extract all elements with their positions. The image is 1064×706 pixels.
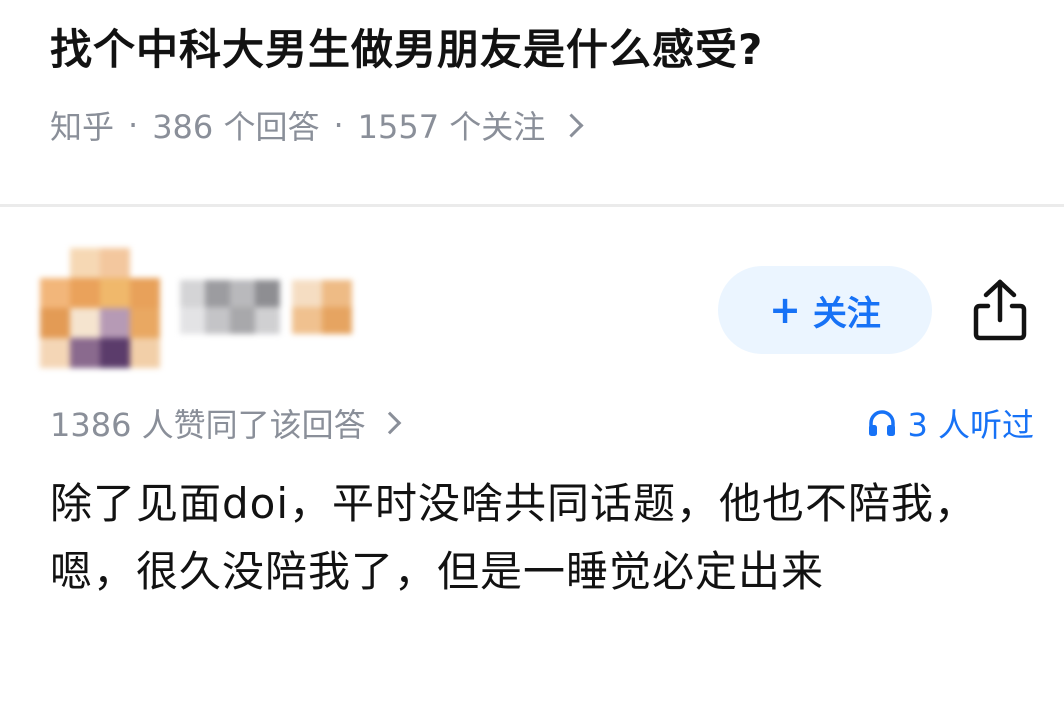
question-meta-link[interactable]: 知乎 · 386 个回答 · 1557 个关注 bbox=[50, 102, 584, 148]
source-label: 知乎 bbox=[50, 108, 115, 146]
answer-content[interactable]: 除了见面doi，平时没啥共同话题，他也不陪我，嗯，很久没陪我了，但是一睡觉必定出… bbox=[50, 470, 1030, 606]
headphones-icon bbox=[869, 410, 896, 436]
author-avatar[interactable] bbox=[40, 248, 160, 368]
plus-icon: + bbox=[769, 288, 801, 332]
question-header: 找个中科大男生做男朋友是什么感受? 知乎 · 386 个回答 · 1557 个关… bbox=[0, 0, 1064, 200]
share-icon[interactable] bbox=[968, 276, 1032, 344]
listeners-link[interactable]: 3 人听过 bbox=[867, 400, 1034, 446]
followers-count: 1557 个关注 bbox=[357, 108, 546, 146]
author-badge bbox=[292, 280, 352, 334]
question-title[interactable]: 找个中科大男生做男朋友是什么感受? bbox=[50, 16, 763, 77]
author-name[interactable] bbox=[180, 280, 280, 334]
follow-button[interactable]: + 关注 bbox=[718, 266, 932, 354]
chevron-right-icon bbox=[559, 112, 584, 138]
separator-dot: · bbox=[333, 106, 344, 144]
votes-text: 1386 人赞同了该回答 bbox=[50, 406, 366, 444]
votes-link[interactable]: 1386 人赞同了该回答 bbox=[50, 400, 401, 446]
chevron-right-icon bbox=[378, 411, 401, 435]
listeners-text: 3 人听过 bbox=[907, 406, 1034, 444]
separator-dot: · bbox=[128, 106, 139, 144]
answers-count: 386 个回答 bbox=[152, 108, 320, 146]
follow-label: 关注 bbox=[812, 293, 881, 334]
section-divider bbox=[0, 204, 1064, 207]
